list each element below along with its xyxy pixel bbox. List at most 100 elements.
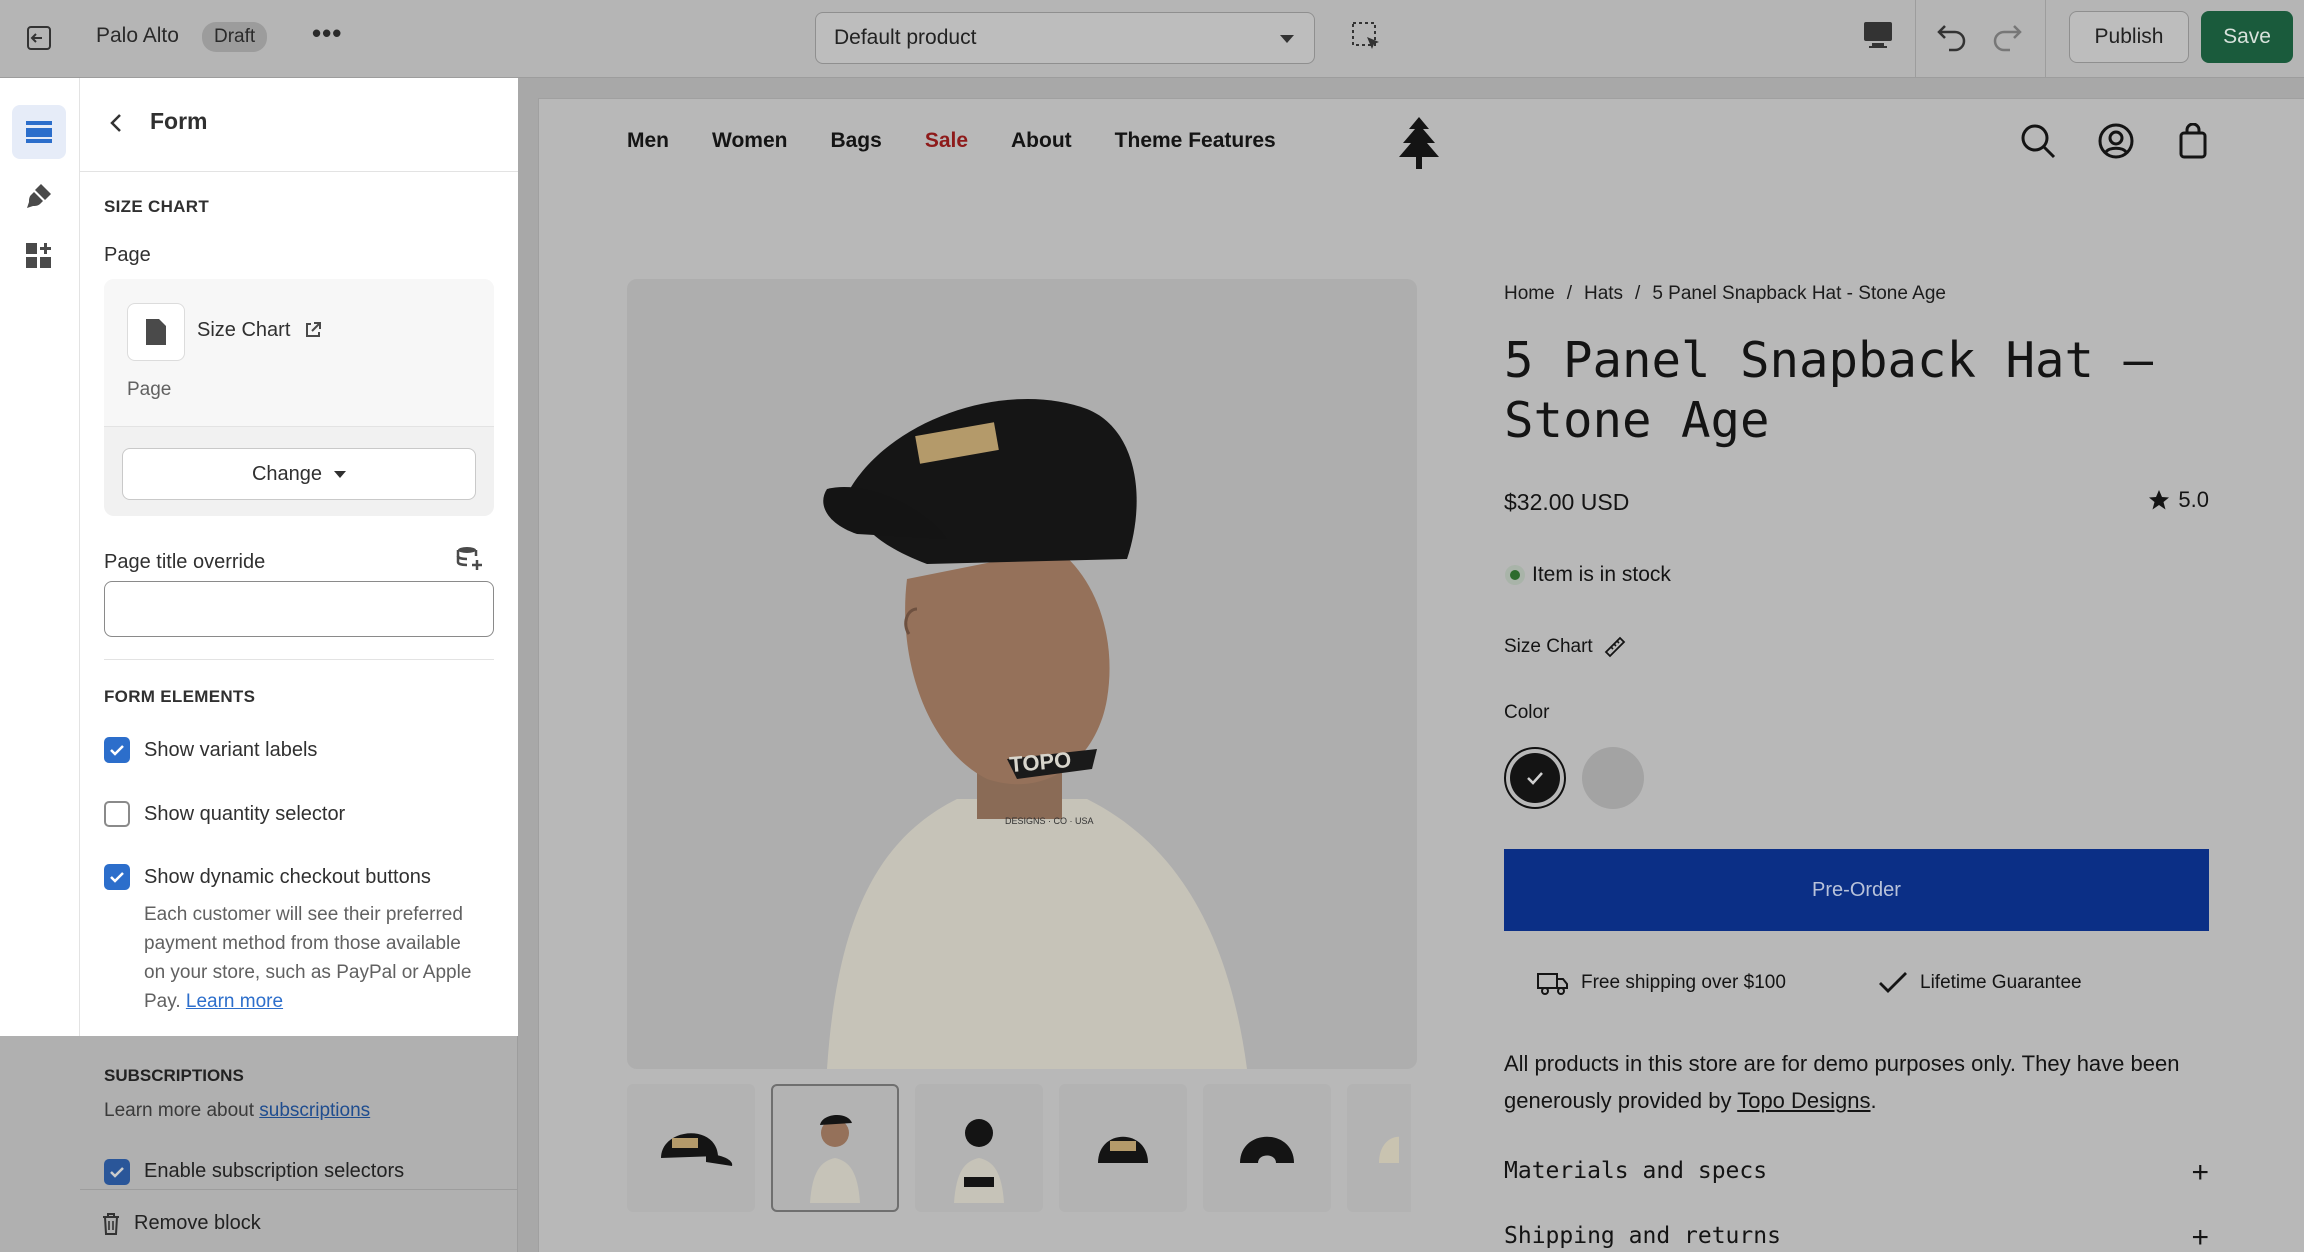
template-select-value: Default product (834, 26, 977, 49)
breadcrumb-home[interactable]: Home (1504, 283, 1555, 305)
subscriptions-intro: Learn more about (104, 1100, 254, 1121)
plus-icon: + (2191, 1221, 2209, 1252)
product-photo: TOPO DESIGNS · CO · USA (823, 398, 1247, 1069)
model-thumbnail (810, 1114, 860, 1203)
store-logo[interactable] (1394, 115, 1444, 176)
learn-more-link[interactable]: Learn more (186, 991, 283, 1012)
undo-button[interactable] (1935, 18, 1969, 57)
more-actions-button[interactable]: ••• (312, 18, 342, 49)
back-button[interactable] (108, 112, 124, 139)
hat-thumbnail (661, 1133, 733, 1166)
product-description: All products in this store are for demo … (1504, 1045, 2209, 1119)
panel-header: Form (80, 78, 518, 172)
breadcrumb-separator: / (1566, 283, 1572, 304)
topo-designs-link[interactable]: Topo Designs (1737, 1088, 1870, 1113)
nav-item-theme-features[interactable]: Theme Features (1115, 129, 1276, 153)
desktop-icon (1864, 22, 1892, 48)
thumbnail-image[interactable] (1203, 1084, 1331, 1212)
show-variant-labels-checkbox[interactable] (104, 737, 130, 763)
stock-status: Item is in stock (1504, 563, 1671, 587)
thumbnail-image[interactable] (1347, 1084, 1411, 1212)
product-rating[interactable]: 5.0 (2148, 487, 2209, 513)
dynamic-source-button[interactable] (456, 546, 484, 577)
publish-button[interactable]: Publish (2069, 11, 2189, 63)
inspector-button[interactable] (1350, 20, 1384, 59)
show-dynamic-checkout-checkbox[interactable] (104, 864, 130, 890)
panel-title: Form (150, 108, 208, 134)
selected-page-type: Page (127, 379, 172, 400)
selected-page-name[interactable]: Size Chart (197, 319, 290, 342)
breadcrumb: Home / Hats / 5 Panel Snapback Hat - Sto… (1504, 283, 1946, 305)
page-thumbnail (127, 303, 185, 361)
enable-subscriptions-checkbox[interactable] (104, 1159, 130, 1185)
redo-button[interactable] (1990, 18, 2024, 57)
remove-block-button[interactable]: Remove block (102, 1212, 261, 1235)
page-title-override-input[interactable] (104, 581, 494, 637)
stock-text: Item is in stock (1532, 563, 1671, 586)
truck-icon (1537, 973, 1568, 995)
template-select[interactable]: Default product (815, 12, 1315, 64)
color-label: Color (1504, 702, 1550, 723)
breadcrumb-hats[interactable]: Hats (1584, 283, 1623, 305)
selected-page-card: Size Chart Page (104, 279, 494, 427)
block-settings-panel: Form SIZE CHART Page Size Chart Page Cha… (80, 78, 518, 1036)
app-embeds-button[interactable] (12, 229, 66, 283)
undo-icon (1937, 25, 1966, 52)
thumbnail-image[interactable] (771, 1084, 899, 1212)
breadcrumb-separator: / (1635, 283, 1641, 304)
product-main-image[interactable]: TOPO DESIGNS · CO · USA (627, 279, 1417, 1069)
nav-item-men[interactable]: Men (627, 129, 669, 153)
breadcrumb-current: 5 Panel Snapback Hat - Stone Age (1652, 283, 1946, 304)
chevron-left-icon (110, 114, 121, 132)
theme-settings-button[interactable] (12, 169, 66, 223)
nav-item-about[interactable]: About (1011, 129, 1072, 153)
select-cursor-icon (1352, 22, 1379, 49)
page-label: Page (104, 244, 151, 266)
pre-order-button[interactable]: Pre-Order (1504, 849, 2209, 931)
checkmark-icon (110, 745, 124, 756)
product-price: $32.00 USD (1504, 489, 1630, 515)
lifetime-guarantee-perk: Lifetime Guarantee (1878, 971, 2082, 995)
thumbnail-image[interactable] (915, 1084, 1043, 1212)
accordion-materials[interactable]: Materials and specs + (1504, 1156, 2209, 1189)
nav-item-women[interactable]: Women (712, 129, 787, 153)
checkmark-icon (1527, 772, 1543, 785)
accordion-shipping[interactable]: Shipping and returns + (1504, 1221, 2209, 1252)
chevron-down-icon (1280, 35, 1294, 43)
store-name: Palo Alto (96, 24, 179, 47)
page-title-override-label: Page title override (104, 551, 266, 573)
show-quantity-selector-label: Show quantity selector (144, 803, 346, 825)
show-variant-labels-label: Show variant labels (144, 739, 318, 761)
size-chart-heading: SIZE CHART (104, 197, 209, 216)
pine-tree-logo-icon (1399, 117, 1439, 169)
exit-editor-button[interactable] (22, 21, 56, 55)
nav-item-sale[interactable]: Sale (925, 129, 968, 153)
save-button[interactable]: Save (2201, 11, 2293, 63)
thumbnail-image[interactable] (1059, 1084, 1187, 1212)
sections-button[interactable] (12, 105, 66, 159)
size-chart-link[interactable]: Size Chart (1504, 635, 1627, 659)
change-label: Change (251, 462, 323, 485)
external-link-icon[interactable] (304, 321, 322, 344)
color-swatch-grey[interactable] (1582, 747, 1644, 809)
product-title: 5 Panel Snapback Hat – Stone Age (1504, 332, 2154, 449)
dynamic-checkout-help: Each customer will see their preferred p… (144, 900, 484, 1016)
star-icon (2149, 490, 2170, 510)
show-quantity-selector-checkbox[interactable] (104, 801, 130, 827)
subscriptions-link[interactable]: subscriptions (259, 1100, 370, 1121)
change-page-button[interactable]: Change (122, 448, 476, 500)
thumbnail-image[interactable] (627, 1084, 755, 1212)
database-plus-icon (456, 547, 482, 570)
checkmark-icon (110, 872, 124, 883)
color-swatch-black[interactable] (1504, 747, 1566, 809)
nav-item-bags[interactable]: Bags (830, 129, 881, 153)
status-badge: Draft (202, 22, 268, 52)
redo-icon (1993, 25, 2022, 52)
divider (104, 659, 494, 660)
subscriptions-text: Learn more about subscriptions (104, 1100, 370, 1122)
page-picker: Size Chart Page Change (104, 279, 494, 516)
viewport-desktop-button[interactable] (1862, 20, 1894, 55)
caret-down-icon (334, 470, 347, 478)
enable-subscriptions-label: Enable subscription selectors (144, 1160, 405, 1182)
thumbnail-strip (627, 1084, 1411, 1212)
